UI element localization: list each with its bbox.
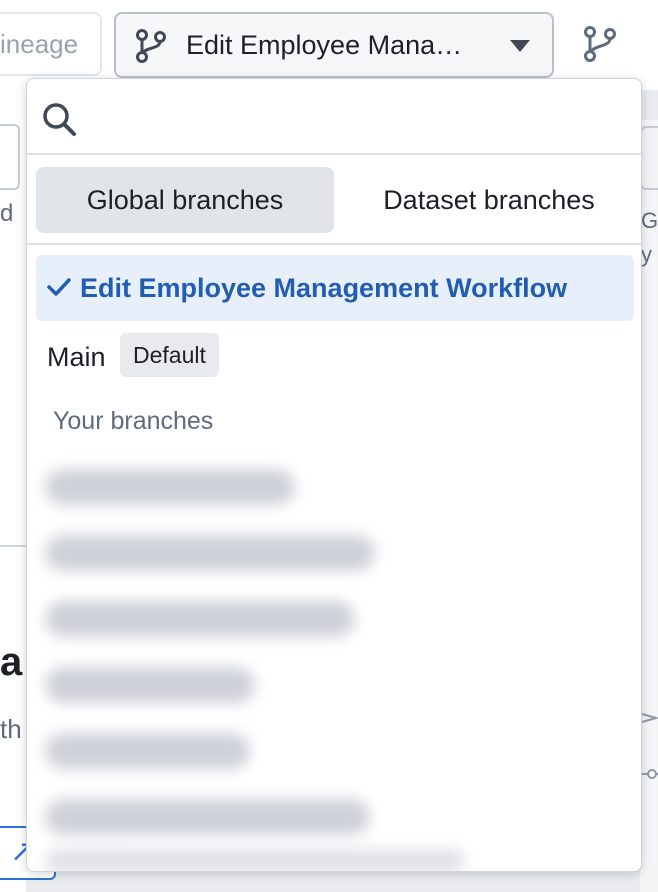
right-card[interactable] xyxy=(640,126,658,190)
person-card[interactable] xyxy=(0,124,20,190)
lineage-tab-label: ineage xyxy=(0,29,79,59)
branch-item-redacted[interactable] xyxy=(45,601,355,637)
branch-item-redacted[interactable] xyxy=(45,799,370,835)
default-badge: Default xyxy=(120,333,219,377)
your-branches-heading: Your branches xyxy=(53,407,214,435)
branch-search-row xyxy=(27,79,641,155)
branch-compare-icon[interactable] xyxy=(580,24,620,64)
search-icon xyxy=(43,103,76,136)
branch-item-redacted[interactable] xyxy=(45,733,250,769)
branch-scope-tabs: Global branches Dataset branches xyxy=(27,157,641,245)
left-fragment-heading: a xyxy=(0,640,23,684)
check-icon xyxy=(47,278,71,296)
tab-dataset-branches[interactable]: Dataset branches xyxy=(343,167,635,233)
branch-selector-button[interactable]: Edit Employee Mana… xyxy=(114,12,554,78)
git-branch-icon xyxy=(136,29,166,63)
branch-item-redacted[interactable] xyxy=(45,535,375,571)
chevron-down-icon xyxy=(510,40,530,52)
branch-item-selected[interactable]: Edit Employee Management Workflow xyxy=(36,255,634,321)
branch-item-main[interactable]: Main Default xyxy=(27,329,641,385)
branch-item-redacted[interactable] xyxy=(45,667,255,703)
left-fragment-text: th xyxy=(0,714,22,744)
current-branch-label: Edit Employee Mana… xyxy=(186,30,463,60)
branch-item-redacted[interactable] xyxy=(45,849,465,871)
branch-dropdown: Global branches Dataset branches Edit Em… xyxy=(26,78,642,872)
graph-edge-decor xyxy=(640,713,658,779)
branch-search-input[interactable] xyxy=(89,91,629,143)
tab-global-branches[interactable]: Global branches xyxy=(36,167,334,233)
left-fragment-d: d xyxy=(0,200,14,227)
branch-item-main-label: Main xyxy=(47,342,106,372)
branch-item-redacted[interactable] xyxy=(45,469,295,505)
lineage-tab[interactable]: ineage xyxy=(0,12,102,76)
right-fragment-text: Gr y xyxy=(641,208,658,267)
branch-item-selected-label: Edit Employee Management Workflow xyxy=(80,273,568,303)
